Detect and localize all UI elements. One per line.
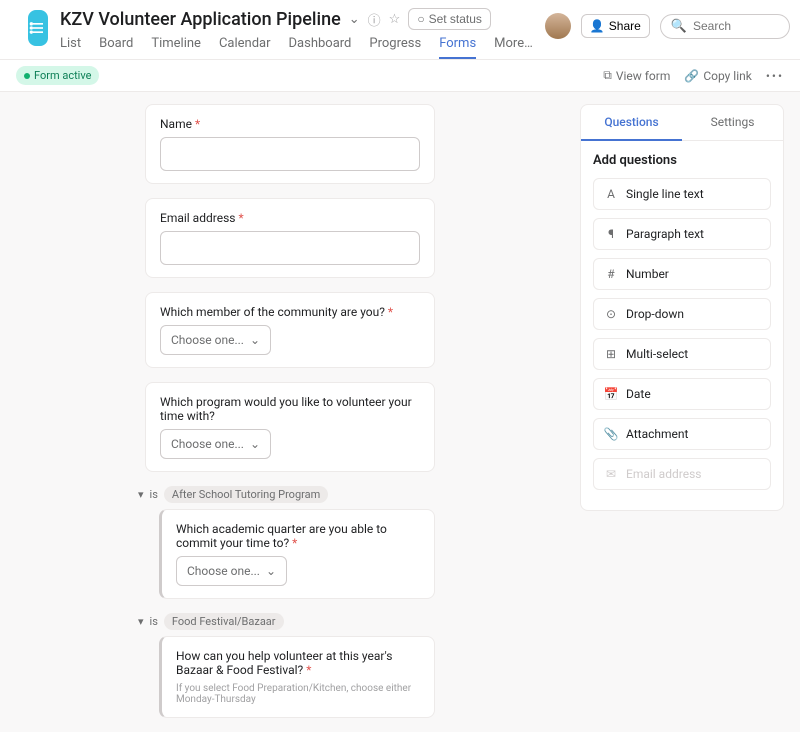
select-input[interactable]: Choose one...⌄: [160, 325, 271, 355]
member-avatar[interactable]: [545, 13, 571, 39]
link-icon: 🔗: [684, 69, 699, 83]
info-icon[interactable]: ⓘ: [368, 10, 381, 29]
qtype-paragraph[interactable]: ¶Paragraph text: [593, 218, 771, 250]
tab-progress[interactable]: Progress: [369, 36, 421, 59]
field-label: Which member of the community are you?: [160, 305, 385, 319]
field-label: Email address: [160, 211, 235, 225]
date-icon: 📅: [604, 387, 618, 401]
chevron-down-icon: ⌄: [250, 437, 260, 451]
tab-board[interactable]: Board: [99, 36, 133, 59]
field-card[interactable]: Which academic quarter are you able to c…: [159, 509, 435, 599]
panel-tab-questions[interactable]: Questions: [581, 105, 682, 141]
condition-pill[interactable]: After School Tutoring Program: [164, 486, 328, 503]
chevron-down-icon: ⌄: [266, 564, 276, 578]
branch-condition: ▾ is After School Tutoring Program: [138, 486, 428, 503]
field-card[interactable]: Which member of the community are you? *…: [145, 292, 435, 368]
tab-forms[interactable]: Forms: [439, 36, 476, 59]
number-icon: #: [604, 267, 618, 281]
field-helper: If you select Food Preparation/Kitchen, …: [176, 683, 420, 705]
condition-pill[interactable]: Food Festival/Bazaar: [164, 613, 284, 630]
share-button[interactable]: 👤Share: [581, 14, 650, 38]
copy-link-button[interactable]: 🔗Copy link: [684, 69, 751, 83]
qtype-number[interactable]: #Number: [593, 258, 771, 290]
tab-calendar[interactable]: Calendar: [219, 36, 271, 59]
required-asterisk: *: [306, 663, 311, 677]
paragraph-icon: ¶: [604, 227, 618, 241]
more-actions-icon[interactable]: •••: [766, 69, 784, 83]
field-label: Which program would you like to voluntee…: [160, 395, 412, 423]
search-icon: 🔍: [671, 19, 687, 34]
qtype-dropdown[interactable]: ⊙Drop-down: [593, 298, 771, 330]
select-input[interactable]: Choose one...⌄: [176, 556, 287, 586]
panel-tab-settings[interactable]: Settings: [682, 105, 783, 141]
qtype-multiselect[interactable]: ⊞Multi-select: [593, 338, 771, 370]
qtype-date[interactable]: 📅Date: [593, 378, 771, 410]
field-card[interactable]: How can you help volunteer at this year'…: [159, 636, 435, 718]
branch-condition: ▾ is Food Festival/Bazaar: [138, 613, 428, 630]
text-input[interactable]: [160, 231, 420, 265]
questions-panel: Questions Settings Add questions ASingle…: [580, 104, 784, 511]
tab-timeline[interactable]: Timeline: [151, 36, 201, 59]
search-input[interactable]: [693, 19, 783, 33]
chevron-down-icon[interactable]: ▾: [138, 615, 144, 628]
chevron-down-icon[interactable]: ⌄: [349, 12, 360, 27]
project-tabs: List Board Timeline Calendar Dashboard P…: [60, 36, 533, 59]
required-asterisk: *: [388, 305, 393, 319]
required-asterisk: *: [195, 117, 200, 131]
form-active-badge[interactable]: Form active: [16, 66, 99, 85]
tab-dashboard[interactable]: Dashboard: [289, 36, 352, 59]
set-status-button[interactable]: ○ Set status: [408, 8, 491, 30]
email-icon: ✉: [604, 467, 618, 481]
qtype-email: ✉Email address: [593, 458, 771, 490]
person-icon: 👤: [590, 19, 605, 33]
view-form-link[interactable]: ⧉View form: [603, 68, 670, 83]
search-box[interactable]: 🔍: [660, 14, 790, 39]
field-card[interactable]: Name *: [145, 104, 435, 184]
star-icon[interactable]: ☆: [389, 12, 401, 27]
field-card[interactable]: Which program would you like to voluntee…: [145, 382, 435, 472]
attachment-icon: 📎: [604, 427, 618, 441]
project-icon: [28, 10, 48, 46]
text-input[interactable]: [160, 137, 420, 171]
qtype-single-line[interactable]: ASingle line text: [593, 178, 771, 210]
field-label: Which academic quarter are you able to c…: [176, 522, 387, 550]
field-label: How can you help volunteer at this year'…: [176, 649, 392, 677]
external-icon: ⧉: [603, 68, 612, 83]
field-card[interactable]: Email address *: [145, 198, 435, 278]
required-asterisk: *: [292, 536, 297, 550]
select-input[interactable]: Choose one...⌄: [160, 429, 271, 459]
chevron-down-icon[interactable]: ▾: [138, 488, 144, 501]
tab-more[interactable]: More…: [494, 36, 533, 59]
panel-title: Add questions: [593, 153, 771, 168]
text-icon: A: [604, 187, 618, 201]
project-title[interactable]: KZV Volunteer Application Pipeline: [60, 9, 341, 30]
multiselect-icon: ⊞: [604, 347, 618, 361]
field-label: Name: [160, 117, 192, 131]
required-asterisk: *: [238, 211, 243, 225]
chevron-down-icon: ⌄: [250, 333, 260, 347]
dropdown-icon: ⊙: [604, 307, 618, 321]
qtype-attachment[interactable]: 📎Attachment: [593, 418, 771, 450]
tab-list[interactable]: List: [60, 36, 81, 59]
